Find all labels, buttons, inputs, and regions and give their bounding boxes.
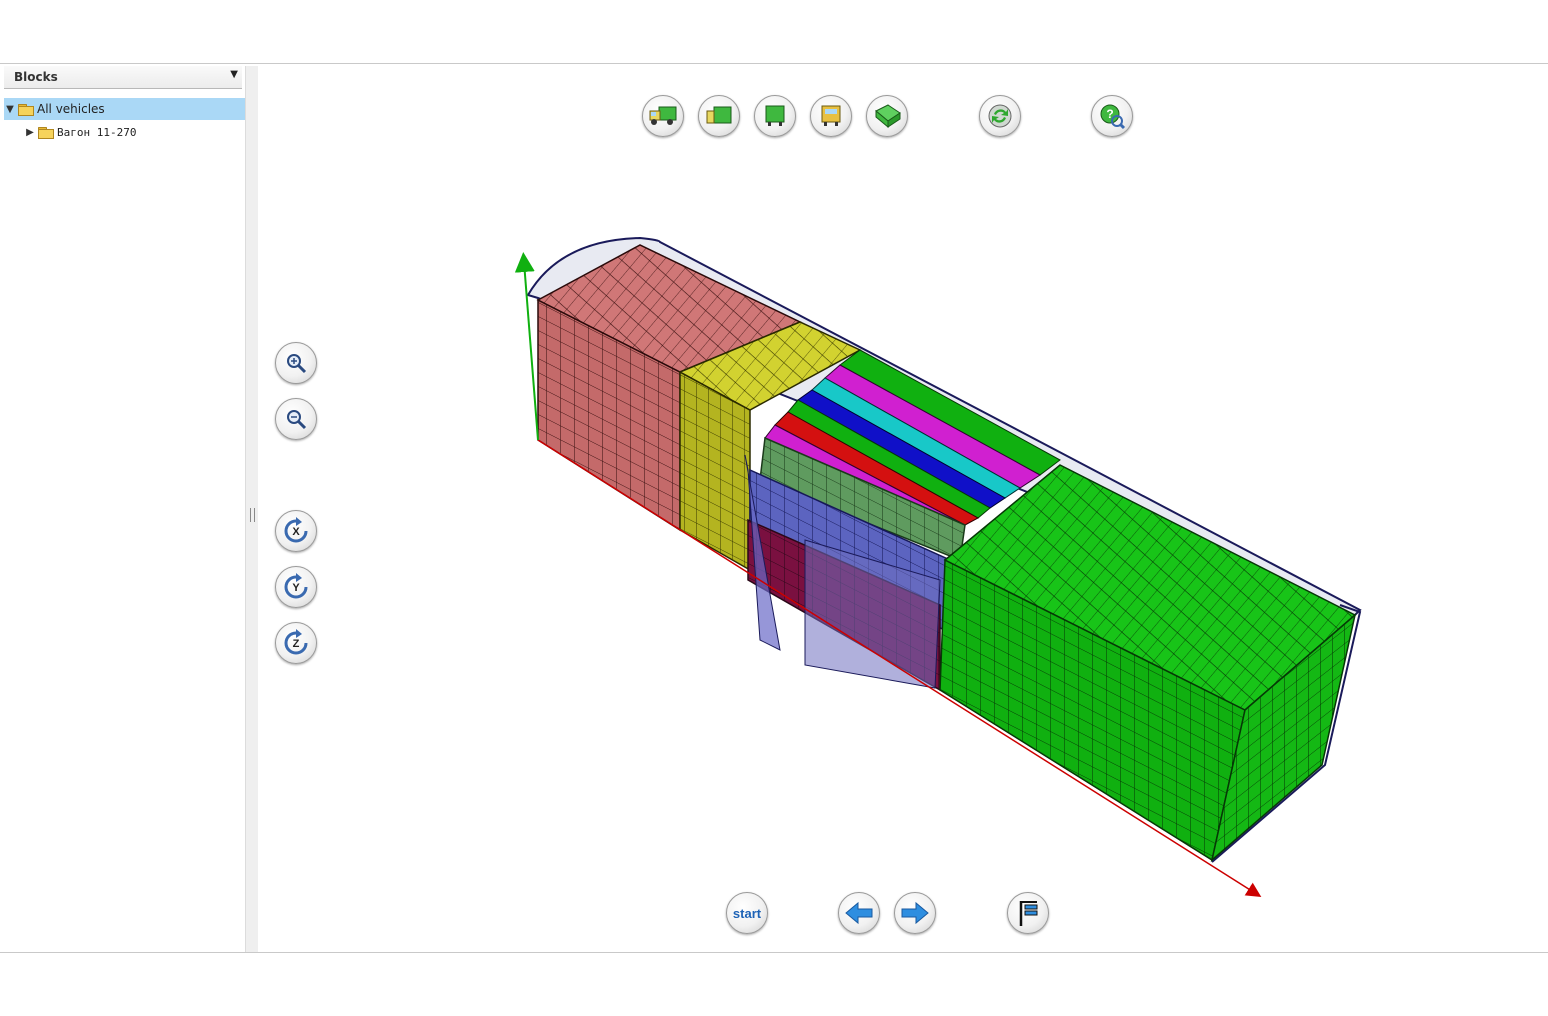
truck-view-icon[interactable]	[642, 95, 684, 137]
axis-letter-y: Y	[292, 582, 300, 594]
tree-item-label: All vehicles	[37, 102, 105, 116]
rotate-x-icon[interactable]: X	[275, 510, 317, 552]
top-divider	[0, 63, 1548, 64]
tree-item-label: Вагон 11-270	[57, 125, 137, 139]
cargo-block-green[interactable]	[939, 464, 1357, 863]
zoom-in-icon[interactable]	[275, 342, 317, 384]
folder-icon	[38, 126, 54, 139]
tree-item-wagon[interactable]: ▶ Вагон 11-270	[24, 121, 224, 143]
back-view-icon[interactable]	[810, 95, 852, 137]
triangle-down-icon[interactable]: ▼	[230, 69, 238, 80]
rotate-z-icon[interactable]: Z	[275, 622, 317, 664]
expand-open-icon[interactable]: ▼	[4, 104, 16, 115]
blocks-panel-header[interactable]: Blocks ▼	[4, 66, 242, 89]
rotate-y-icon[interactable]: Y	[275, 566, 317, 608]
splitter-grip-icon[interactable]	[250, 508, 255, 522]
panel-title: Blocks	[14, 70, 58, 84]
3d-viewport[interactable]: ? X Y Z start	[258, 66, 1548, 952]
help-search-icon[interactable]: ?	[1091, 95, 1133, 137]
expand-closed-icon[interactable]: ▶	[24, 127, 36, 138]
front-view-icon[interactable]	[754, 95, 796, 137]
axis-letter-x: X	[292, 526, 300, 538]
arrow-left-icon[interactable]	[838, 892, 880, 934]
panel-splitter[interactable]	[245, 66, 258, 952]
bottom-divider	[0, 952, 1548, 953]
arrow-right-icon[interactable]	[894, 892, 936, 934]
tree-item-all-vehicles[interactable]: ▼ All vehicles	[4, 98, 245, 120]
side-view-icon[interactable]	[698, 95, 740, 137]
axis-letter-z: Z	[293, 638, 300, 650]
blocks-panel: Blocks ▼ ▼ All vehicles ▶ Вагон 11-270	[0, 66, 245, 952]
cargo-3d-scene[interactable]	[258, 66, 1548, 952]
finish-flag-icon[interactable]	[1007, 892, 1049, 934]
start-label: start	[732, 905, 762, 921]
refresh-icon[interactable]	[979, 95, 1021, 137]
folder-open-icon	[18, 103, 34, 116]
start-button[interactable]: start	[726, 892, 768, 934]
iso-view-icon[interactable]	[866, 95, 908, 137]
zoom-out-icon[interactable]	[275, 398, 317, 440]
